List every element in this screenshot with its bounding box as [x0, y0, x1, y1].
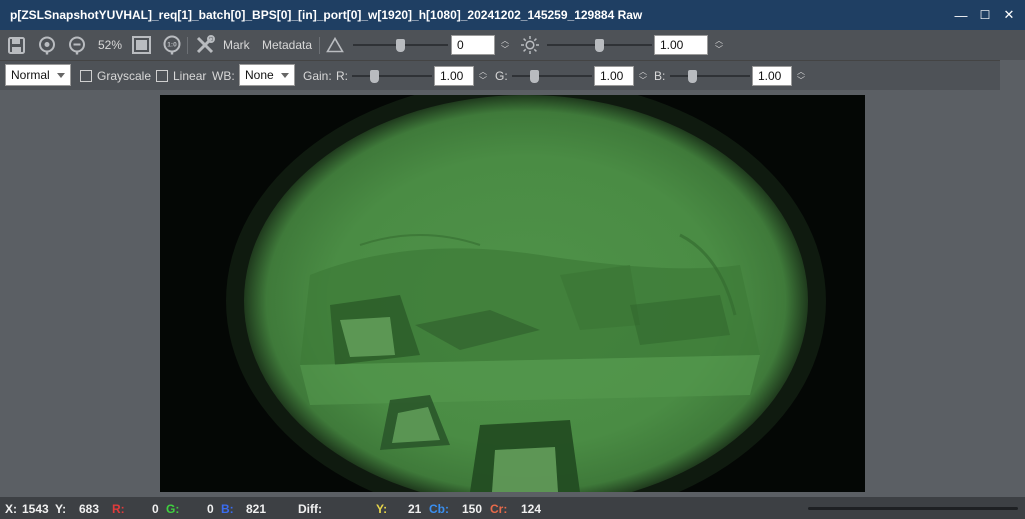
horizontal-scrollbar[interactable] [808, 507, 1018, 510]
gain-b-slider-thumb[interactable] [688, 70, 697, 83]
wb-label: WB: [212, 69, 235, 83]
toolbar-divider [319, 37, 320, 54]
chevron-down-icon [281, 72, 289, 78]
gain-g-input[interactable] [594, 66, 634, 86]
gain-g-slider-thumb[interactable] [530, 70, 539, 83]
linear-checkbox[interactable] [156, 70, 168, 82]
gain-g-label: G: [495, 69, 508, 83]
maximize-button[interactable]: ☐ [973, 0, 997, 30]
grayscale-label: Grayscale [97, 69, 152, 83]
gain-label: Gain: [303, 69, 332, 83]
status-y-label: Y: [55, 502, 67, 516]
close-button[interactable]: ✕ [997, 0, 1021, 30]
actual-size-label: 1:0 [167, 42, 177, 49]
mark-button[interactable]: Mark [223, 38, 250, 52]
status-cb-label: Cb: [429, 502, 449, 516]
minimize-button[interactable]: — [949, 0, 973, 30]
status-diff-label: Diff: [298, 502, 322, 516]
wb-select[interactable]: None [239, 64, 295, 86]
tools-icon[interactable] [194, 35, 216, 55]
gain-g-spinner[interactable]: ︿ ﹀ [637, 65, 649, 87]
status-cr-value: 124 [521, 502, 542, 516]
status-x-value: 1543 [22, 502, 49, 516]
status-x-label: X: [5, 502, 17, 516]
image-viewport[interactable] [0, 91, 1025, 497]
fit-window-icon[interactable] [131, 35, 151, 55]
toolbar-gap [1000, 60, 1025, 90]
gain-r-slider-track [352, 75, 432, 77]
brightness-slider[interactable] [547, 37, 652, 53]
chevron-down-icon [57, 72, 65, 78]
contrast-slider-thumb[interactable] [396, 39, 405, 52]
brightness-slider-thumb[interactable] [595, 39, 604, 52]
gain-r-slider[interactable] [352, 68, 432, 84]
image-viewer-window: p[ZSLSnapshotYUVHAL]_req[1]_batch[0]_BPS… [0, 0, 1025, 519]
status-luma-label: Y: [376, 502, 388, 516]
status-g-label: G: [166, 502, 180, 516]
status-r-label: R: [112, 502, 125, 516]
toolbar-adjust: Normal Grayscale Linear WB: None Gain: R… [0, 60, 1000, 90]
wb-select-value: None [245, 68, 274, 82]
toolbar-main: 52% 1:0 Mark Metadata ︿﹀ ︿﹀ [0, 30, 1025, 60]
contrast-input[interactable] [451, 35, 495, 55]
save-icon[interactable] [7, 36, 25, 54]
status-b-label: B: [221, 502, 234, 516]
gain-r-slider-thumb[interactable] [370, 70, 379, 83]
status-r-value: 0 [152, 502, 159, 516]
gain-r-input[interactable] [434, 66, 474, 86]
status-y-value: 683 [79, 502, 100, 516]
gain-b-input[interactable] [752, 66, 792, 86]
status-bar: X: 1543 Y: 683 R: 0 G: 0 B: 821 Diff: Y:… [0, 497, 1025, 519]
contrast-triangle-icon [325, 36, 345, 54]
actual-size-icon[interactable]: 1:0 [162, 35, 182, 55]
status-g-value: 0 [207, 502, 214, 516]
status-cr-label: Cr: [490, 502, 508, 516]
grayscale-checkbox[interactable] [80, 70, 92, 82]
status-luma-value: 21 [408, 502, 422, 516]
toolbar-divider [187, 37, 188, 54]
fisheye-image-render [160, 95, 865, 492]
gain-r-label: R: [336, 69, 348, 83]
raw-image[interactable] [160, 95, 865, 492]
mode-select-value: Normal [11, 68, 50, 82]
window-title: p[ZSLSnapshotYUVHAL]_req[1]_batch[0]_BPS… [10, 8, 643, 22]
mode-select[interactable]: Normal [5, 64, 71, 86]
brightness-input[interactable] [654, 35, 708, 55]
brightness-sun-icon [520, 35, 540, 55]
gain-b-slider[interactable] [670, 68, 750, 84]
metadata-button[interactable]: Metadata [262, 38, 312, 52]
brightness-spinner[interactable]: ︿ ﹀ [713, 34, 725, 56]
title-bar: p[ZSLSnapshotYUVHAL]_req[1]_batch[0]_BPS… [0, 0, 1025, 30]
window-controls: — ☐ ✕ [949, 0, 1021, 30]
gain-b-spinner[interactable]: ︿ ﹀ [795, 65, 807, 87]
contrast-slider[interactable] [353, 37, 448, 53]
zoom-out-icon[interactable] [67, 35, 87, 55]
gain-r-spinner[interactable]: ︿ ﹀ [477, 65, 489, 87]
status-b-value: 821 [246, 502, 267, 516]
gain-b-label: B: [654, 69, 666, 83]
zoom-in-icon[interactable] [37, 35, 57, 55]
status-cb-value: 150 [462, 502, 483, 516]
linear-label: Linear [173, 69, 207, 83]
contrast-spinner[interactable]: ︿ ﹀ [499, 34, 511, 56]
zoom-percent: 52% [98, 38, 123, 52]
gain-g-slider[interactable] [512, 68, 592, 84]
gain-g-slider-track [512, 75, 592, 77]
gain-b-slider-track [670, 75, 750, 77]
